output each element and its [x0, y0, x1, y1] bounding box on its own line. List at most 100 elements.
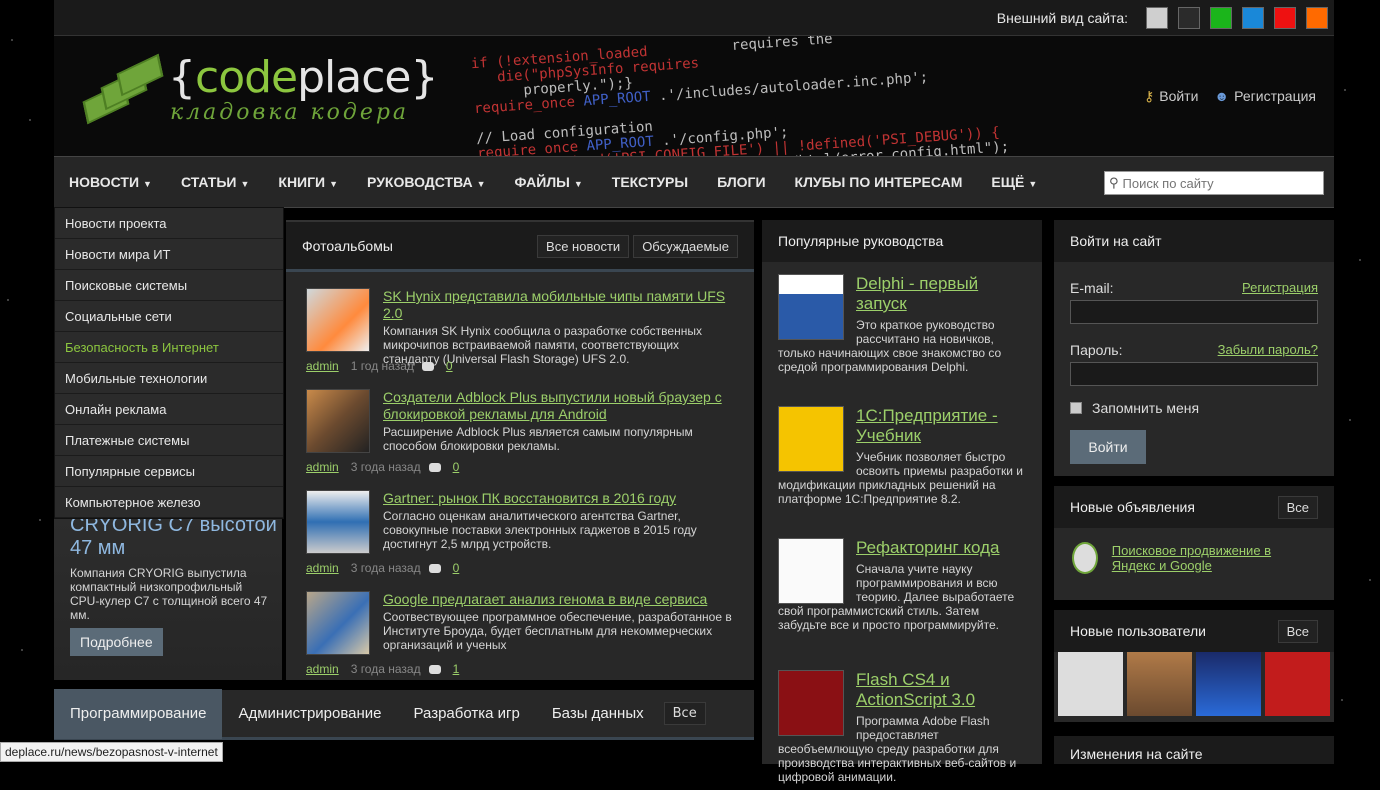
- guide-item: Delphi - первый запуск Это краткое руков…: [762, 274, 1042, 394]
- avatar[interactable]: [1196, 652, 1261, 716]
- panel-title: Изменения на сайте: [1070, 746, 1203, 762]
- news-thumbnail[interactable]: [306, 591, 370, 655]
- dropdown-item[interactable]: Безопасность в Интернет: [55, 332, 283, 363]
- guide-thumbnail[interactable]: [778, 670, 844, 736]
- register-link[interactable]: ☻ Регистрация: [1214, 88, 1316, 105]
- nav-books[interactable]: КНИГИ ▼: [278, 174, 338, 190]
- guide-item: 1С:Предприятие - Учебник Учебник позволя…: [762, 406, 1042, 526]
- site-logo[interactable]: {codeplace} кладовка кодера: [76, 53, 439, 126]
- dropdown-item[interactable]: Новости мира ИТ: [55, 239, 283, 270]
- avatar[interactable]: [1127, 652, 1192, 716]
- news-title-link[interactable]: Создатели Adblock Plus выпустили новый б…: [383, 389, 734, 423]
- guide-thumbnail[interactable]: [778, 274, 844, 340]
- nav-blogs[interactable]: БЛОГИ: [717, 174, 765, 190]
- forgot-password-link[interactable]: Забыли пароль?: [1218, 342, 1318, 358]
- news-title-link[interactable]: Google предлагает анализ генома в виде с…: [383, 591, 734, 608]
- guides-panel: Популярные руководства Delphi - первый з…: [762, 220, 1042, 784]
- theme-swatch-green[interactable]: [1210, 6, 1232, 29]
- nav-textures[interactable]: ТЕКСТУРЫ: [612, 174, 688, 190]
- remember-checkbox[interactable]: [1070, 402, 1082, 414]
- user-add-icon: ☻: [1214, 88, 1230, 104]
- dropdown-item[interactable]: Новости проекта: [55, 208, 283, 239]
- key-icon: ⚷: [1143, 88, 1155, 104]
- email-label: E-mail:: [1070, 280, 1114, 296]
- nav-guides[interactable]: РУКОВОДСТВА ▼: [367, 174, 486, 190]
- news-item: SK Hynix представила мобильные чипы памя…: [286, 288, 754, 373]
- news-item: Создатели Adblock Plus выпустили новый б…: [286, 389, 754, 474]
- code-background: if (!extension_loaded requires the die("…: [470, 36, 1009, 156]
- news-item: Google предлагает анализ генома в виде с…: [286, 591, 754, 676]
- comment-icon: [428, 463, 441, 473]
- panel-title: Войти на сайт: [1070, 233, 1162, 249]
- news-thumbnail[interactable]: [306, 490, 370, 554]
- auth-links: ⚷ Войти ☻ Регистрация: [1144, 88, 1316, 105]
- logo-icon: [76, 53, 164, 126]
- theme-swatch-orange[interactable]: [1306, 6, 1328, 29]
- search-input[interactable]: [1122, 175, 1313, 191]
- panel-title: Фотоальбомы: [302, 237, 393, 254]
- news-dropdown-menu: Новости проекта Новости мира ИТ Поисковы…: [54, 207, 284, 519]
- tabs-all-button[interactable]: Все: [663, 702, 706, 725]
- comment-icon: [428, 564, 441, 574]
- news-panel: Фотоальбомы Все новости Обсуждаемые SK Hy…: [286, 220, 754, 680]
- nav-more[interactable]: ЕЩЁ ▼: [991, 174, 1037, 190]
- tab-administration[interactable]: Администрирование: [222, 689, 397, 739]
- chevron-down-icon: ▼: [573, 179, 583, 189]
- login-button[interactable]: Войти: [1070, 430, 1146, 464]
- news-item: Gartner: рынок ПК восстановится в 2016 г…: [286, 490, 754, 575]
- dropdown-item[interactable]: Мобильные технологии: [55, 363, 283, 394]
- chevron-down-icon: ▼: [240, 179, 250, 189]
- users-panel: Новые пользователи Все: [1054, 610, 1334, 722]
- category-tabs: Программирование Администрирование Разра…: [54, 688, 754, 740]
- dropdown-item[interactable]: Компьютерное железо: [55, 487, 283, 518]
- panel-title: Популярные руководства: [778, 233, 944, 249]
- panel-title: Новые пользователи: [1070, 623, 1206, 639]
- search-box: ⚲: [1104, 171, 1324, 195]
- slider-desc: Компания CRYORIG выпустила компактный ни…: [70, 566, 268, 622]
- news-thumbnail[interactable]: [306, 389, 370, 453]
- nav-files[interactable]: ФАЙЛЫ ▼: [515, 174, 583, 190]
- dropdown-item[interactable]: Поисковые системы: [55, 270, 283, 301]
- avatar[interactable]: [1265, 652, 1330, 716]
- tab-databases[interactable]: Базы данных: [536, 689, 660, 739]
- nav-articles[interactable]: СТАТЬИ ▼: [181, 174, 249, 190]
- users-all-button[interactable]: Все: [1277, 619, 1318, 643]
- news-title-link[interactable]: SK Hynix представила мобильные чипы памя…: [383, 288, 734, 322]
- nav-clubs[interactable]: КЛУБЫ ПО ИНТЕРЕСАМ: [795, 174, 963, 190]
- dropdown-item[interactable]: Социальные сети: [55, 301, 283, 332]
- password-label: Пароль:: [1070, 342, 1123, 358]
- changes-panel: Изменения на сайте: [1054, 736, 1334, 764]
- tab-gamedev[interactable]: Разработка игр: [398, 689, 536, 739]
- login-panel: Войти на сайт E-mail: Регистрация Пароль:…: [1054, 220, 1334, 476]
- ads-all-button[interactable]: Все: [1277, 495, 1318, 519]
- page: Внешний вид сайта: if (!extension_loaded…: [54, 0, 1334, 784]
- ads-panel: Новые объявления Все Поисковое продвижени…: [1054, 486, 1334, 600]
- discussed-button[interactable]: Обсуждаемые: [633, 234, 738, 258]
- tab-programming[interactable]: Программирование: [54, 688, 223, 739]
- all-news-button[interactable]: Все новости: [537, 234, 630, 258]
- slider-more-button[interactable]: Подробнее: [70, 628, 163, 656]
- avatar[interactable]: [1058, 652, 1123, 716]
- theme-swatch-dark[interactable]: [1178, 6, 1200, 29]
- password-field[interactable]: [1070, 362, 1318, 386]
- theme-swatch-blue[interactable]: [1242, 6, 1264, 29]
- nav-news[interactable]: НОВОСТИ ▼: [69, 174, 152, 190]
- dropdown-item[interactable]: Онлайн реклама: [55, 394, 283, 425]
- chevron-down-icon: ▼: [143, 179, 152, 189]
- news-thumbnail[interactable]: [306, 288, 370, 352]
- theme-label: Внешний вид сайта:: [996, 9, 1128, 26]
- news-title-link[interactable]: Gartner: рынок ПК восстановится в 2016 г…: [383, 490, 734, 507]
- guide-item: Рефакторинг кода Сначала учите науку про…: [762, 538, 1042, 658]
- site-header: if (!extension_loaded requires the die("…: [54, 36, 1334, 156]
- guide-thumbnail[interactable]: [778, 538, 844, 604]
- theme-swatch-gray[interactable]: [1146, 6, 1168, 29]
- guide-thumbnail[interactable]: [778, 406, 844, 472]
- dropdown-item[interactable]: Платежные системы: [55, 425, 283, 456]
- logo-tagline: кладовка кодера: [170, 99, 410, 125]
- theme-swatch-red[interactable]: [1274, 6, 1296, 29]
- login-link[interactable]: ⚷ Войти: [1144, 88, 1198, 105]
- email-field[interactable]: [1070, 300, 1318, 324]
- register-link[interactable]: Регистрация: [1242, 280, 1318, 296]
- dropdown-item[interactable]: Популярные сервисы: [55, 456, 283, 487]
- ad-link[interactable]: Поисковое продвижение в Яндекс и Google: [1112, 543, 1316, 573]
